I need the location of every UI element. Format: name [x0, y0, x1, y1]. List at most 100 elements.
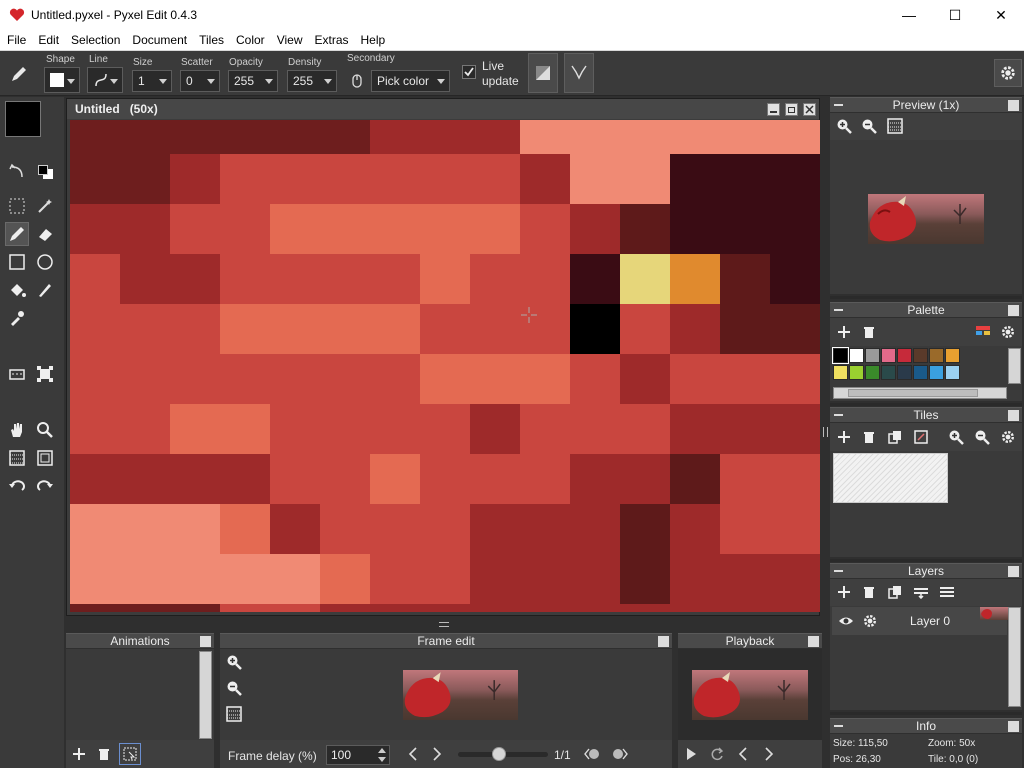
animations-pin-icon[interactable]: [200, 636, 211, 647]
transform-tool[interactable]: [33, 362, 57, 386]
preview-zoom-in-button[interactable]: [833, 115, 855, 137]
onion-skin-next-button[interactable]: [608, 743, 630, 765]
settings-button[interactable]: [994, 59, 1022, 87]
menu-selection[interactable]: Selection: [66, 33, 125, 47]
tiles-zoom-in-button[interactable]: [945, 426, 967, 448]
preview-zoom-out-button[interactable]: [858, 115, 880, 137]
preview-minimize-icon[interactable]: [834, 104, 843, 106]
palette-swatch[interactable]: [913, 348, 928, 363]
live-update-checkbox[interactable]: [462, 65, 476, 79]
eye-visibility-icon[interactable]: [838, 614, 854, 628]
info-minimize-icon[interactable]: [834, 725, 843, 727]
density-dropdown[interactable]: 255: [287, 70, 337, 92]
primary-color-swatch[interactable]: [5, 101, 41, 137]
palette-swatch[interactable]: [849, 365, 864, 380]
maximize-button[interactable]: ☐: [932, 0, 978, 30]
palette-swatch[interactable]: [929, 348, 944, 363]
undo-button[interactable]: [5, 474, 29, 498]
frame-slider-thumb[interactable]: [491, 747, 506, 761]
menu-view[interactable]: View: [272, 33, 308, 47]
tiles-splitter[interactable]: [830, 559, 1022, 562]
layers-splitter[interactable]: [830, 712, 1022, 715]
layer-settings-gear-icon[interactable]: [862, 613, 878, 629]
palette-pin-icon[interactable]: [1008, 305, 1019, 316]
layers-vertical-scrollbar[interactable]: [1008, 607, 1021, 707]
pixel-canvas[interactable]: [70, 120, 820, 612]
palette-swatch[interactable]: [881, 348, 896, 363]
palette-settings-button[interactable]: [997, 321, 1019, 343]
eyedropper-tool[interactable]: [5, 306, 29, 330]
pan-tool[interactable]: [5, 418, 29, 442]
tiles-clear-button[interactable]: [910, 426, 932, 448]
palette-swatch[interactable]: [945, 365, 960, 380]
canvas-minimize-button[interactable]: [767, 103, 780, 116]
offset-tool[interactable]: [5, 362, 29, 386]
preview-pin-icon[interactable]: [1008, 100, 1019, 111]
palette-horizontal-scrollbar[interactable]: [833, 387, 1007, 399]
pencil-tool[interactable]: [5, 222, 29, 246]
menu-tiles[interactable]: Tiles: [194, 33, 229, 47]
layer-duplicate-button[interactable]: [884, 581, 906, 603]
menu-help[interactable]: Help: [356, 33, 391, 47]
palette-swatch[interactable]: [865, 348, 880, 363]
line-pen-tool[interactable]: [33, 278, 57, 302]
menu-document[interactable]: Document: [127, 33, 192, 47]
vertical-splitter[interactable]: [822, 97, 830, 768]
minimize-button[interactable]: —: [886, 0, 932, 30]
prev-frame-button[interactable]: [402, 743, 424, 765]
canvas-close-button[interactable]: [803, 103, 816, 116]
palette-splitter[interactable]: [830, 403, 1022, 406]
tiles-delete-button[interactable]: [858, 426, 880, 448]
pixel-perfect-button[interactable]: [564, 53, 594, 93]
next-frame-button[interactable]: [426, 743, 448, 765]
size-dropdown[interactable]: 1: [132, 70, 172, 92]
playback-next-button[interactable]: [758, 743, 780, 765]
grid-toggle-tool[interactable]: [5, 446, 29, 470]
palette-add-button[interactable]: [833, 321, 855, 343]
select-tool[interactable]: [5, 194, 29, 218]
play-button[interactable]: [680, 743, 702, 765]
layer-merge-down-button[interactable]: [910, 581, 932, 603]
frame-slider-track[interactable]: [458, 747, 548, 761]
layers-pin-icon[interactable]: [1008, 566, 1019, 577]
palette-minimize-icon[interactable]: [834, 309, 843, 311]
layer-add-button[interactable]: [833, 581, 855, 603]
stepper-up-icon[interactable]: [378, 748, 386, 753]
menu-extras[interactable]: Extras: [309, 33, 353, 47]
animations-scrollbar[interactable]: [199, 651, 212, 739]
ellipse-tool[interactable]: [33, 250, 57, 274]
swap-colors-button[interactable]: [5, 160, 29, 184]
frame-edit-pin-icon[interactable]: [658, 636, 669, 647]
fill-tool[interactable]: [5, 278, 29, 302]
horizontal-splitter[interactable]: [64, 618, 826, 632]
preview-splitter[interactable]: [830, 296, 1022, 299]
redo-button[interactable]: [33, 474, 57, 498]
menu-color[interactable]: Color: [231, 33, 270, 47]
tile-slot-0[interactable]: [833, 453, 948, 503]
playback-prev-button[interactable]: [732, 743, 754, 765]
layer-row[interactable]: Layer 0: [832, 607, 1009, 635]
palette-vertical-scrollbar[interactable]: [1008, 348, 1021, 384]
palette-swatch[interactable]: [881, 365, 896, 380]
rectangle-tool[interactable]: [5, 250, 29, 274]
opacity-dropdown[interactable]: 255: [228, 70, 278, 92]
animation-select-button[interactable]: [119, 743, 141, 765]
menu-file[interactable]: File: [2, 33, 31, 47]
palette-swatches-button[interactable]: [972, 321, 994, 343]
frame-zoom-in-button[interactable]: [223, 651, 245, 673]
frame-zoom-out-button[interactable]: [223, 677, 245, 699]
layer-delete-button[interactable]: [858, 581, 880, 603]
tiles-add-button[interactable]: [833, 426, 855, 448]
tiles-minimize-icon[interactable]: [834, 414, 843, 416]
tiles-settings-button[interactable]: [997, 426, 1019, 448]
palette-swatch[interactable]: [897, 365, 912, 380]
layers-minimize-icon[interactable]: [834, 570, 843, 572]
tiles-pin-icon[interactable]: [1008, 410, 1019, 421]
frame-tile-button[interactable]: [223, 703, 245, 725]
palette-swatch[interactable]: [913, 365, 928, 380]
preview-tile-button[interactable]: [884, 115, 906, 137]
palette-delete-button[interactable]: [858, 321, 880, 343]
magic-wand-tool[interactable]: [33, 194, 57, 218]
canvas-restore-button[interactable]: [785, 103, 798, 116]
frame-tool[interactable]: [33, 446, 57, 470]
